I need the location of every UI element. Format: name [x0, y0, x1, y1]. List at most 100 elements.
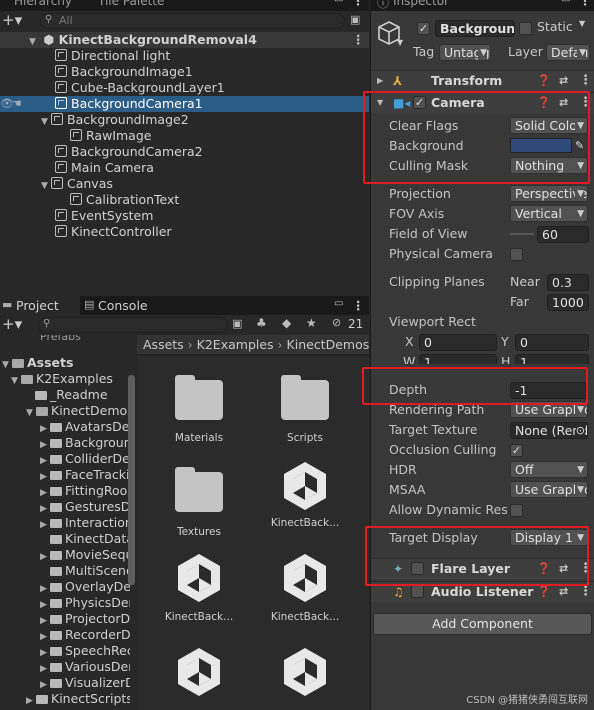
collapse-arrow-icon[interactable]: ▶ [40, 613, 50, 627]
hierarchy-item[interactable]: CalibrationText [0, 192, 369, 208]
tree-item[interactable]: ▶ VariousDemos [0, 659, 130, 675]
expand-arrow-icon[interactable]: ▼ [26, 405, 36, 419]
tree-item[interactable]: ▶ KinectScripts [0, 691, 130, 707]
tab-console[interactable]: Console [98, 298, 148, 313]
collapse-arrow-icon[interactable]: ▶ [40, 421, 50, 435]
search-by-type-icon[interactable]: ▣ [232, 317, 242, 330]
hierarchy-search-input[interactable]: ⚲ All [40, 13, 345, 29]
tree-item[interactable]: ▶ AvatarsDemo [0, 419, 130, 435]
create-plus-icon[interactable]: +▾ [2, 11, 22, 29]
hierarchy-item[interactable]: BackgroundImage1 [0, 64, 369, 80]
dynamic-res-checkbox[interactable] [510, 504, 523, 517]
occlusion-checkbox[interactable]: ✓ [510, 444, 523, 457]
tree-item-assets[interactable]: ▼ Assets [0, 355, 130, 371]
collapse-arrow-icon[interactable]: ▶ [26, 693, 36, 707]
hierarchy-item[interactable]: BackgroundCamera2 [0, 144, 369, 160]
asset-folder[interactable]: Materials [159, 375, 239, 444]
component-menu-icon[interactable]: ⋮ [579, 71, 592, 91]
tab-tile-palette[interactable]: Tile Palette [98, 0, 164, 8]
asset-scene[interactable] [265, 646, 345, 701]
tree-item[interactable]: ▶ FaceTrackingDemo [0, 467, 130, 483]
projection-dropdown[interactable]: Perspective ▼ [510, 185, 588, 202]
fov-axis-dropdown[interactable]: Vertical ▼ [510, 205, 588, 222]
tree-item[interactable]: ▶ OverlayDemo [0, 579, 130, 595]
tree-scrollbar[interactable] [128, 375, 135, 585]
hierarchy-item[interactable]: ▼ BackgroundImage2 [0, 112, 369, 128]
tab-project[interactable]: Project [16, 298, 59, 313]
help-icon[interactable]: ❓ [537, 71, 551, 91]
icon-dropdown-arrow[interactable]: ▼ [397, 38, 403, 47]
breadcrumb-item[interactable]: Assets [143, 337, 184, 352]
collapse-arrow-icon[interactable]: ▶ [40, 437, 50, 451]
hierarchy-item[interactable]: EventSystem [0, 208, 369, 224]
near-input[interactable]: 0.3 [547, 274, 589, 291]
tree-item[interactable]: ▶ ProjectorDemo [0, 611, 130, 627]
collapse-arrow-icon[interactable]: ▶ [40, 677, 50, 691]
tree-item[interactable]: ▼ K2Examples [0, 371, 130, 387]
tree-item[interactable]: _Readme [0, 387, 130, 403]
tag-dropdown[interactable]: Untagged▼ [439, 44, 491, 61]
static-checkbox[interactable] [519, 22, 532, 35]
asset-folder[interactable]: Textures [159, 467, 239, 538]
target-texture-field[interactable]: None (Render Texture)⊙ [510, 422, 588, 439]
layer-dropdown[interactable]: Default▼ [546, 44, 590, 61]
more-menu-icon[interactable]: ⋮ [579, 0, 591, 8]
physical-camera-checkbox[interactable] [510, 248, 523, 261]
fov-input[interactable]: 60 [537, 226, 589, 243]
scene-row[interactable]: ▼ ⬢ KinectBackgroundRemoval4 ⋮ [0, 32, 369, 48]
tree-item[interactable]: MultiSceneDemo [0, 563, 130, 579]
viewport-x-input[interactable]: 0 [419, 334, 497, 351]
far-input[interactable]: 1000 [547, 294, 589, 311]
msaa-dropdown[interactable]: Use Graphics Settings▼ [510, 481, 588, 498]
collapse-arrow-icon[interactable]: ▶ [40, 501, 50, 515]
viewport-y-input[interactable]: 0 [515, 334, 589, 351]
create-plus-icon[interactable]: +▾ [2, 315, 22, 333]
collapse-arrow-icon[interactable]: ▶ [40, 485, 50, 499]
lock-icon[interactable]: ▭ [561, 0, 571, 5]
tree-item[interactable]: ▶ GesturesDemo [0, 499, 130, 515]
asset-scene[interactable]: KinectBack... [159, 552, 239, 623]
add-component-button[interactable]: Add Component [373, 613, 592, 635]
filter-by-type-icon[interactable]: ♣ [256, 316, 267, 330]
lock-icon[interactable]: ▭ [334, 0, 344, 5]
collapse-arrow-icon[interactable]: ▶ [40, 549, 50, 563]
tree-item[interactable]: ▶ BackgroundRemovalDemo [0, 435, 130, 451]
tab-inspector[interactable]: Inspector [393, 0, 449, 8]
tree-item[interactable]: ▼ KinectDemos [0, 403, 130, 419]
tree-item[interactable]: ▶ InteractionDemo [0, 515, 130, 531]
breadcrumb-item[interactable]: KinectDemos [287, 337, 369, 352]
transform-component-header[interactable]: ▶ ⅄ Transform ❓ ⇄ ⋮ [371, 70, 594, 91]
fov-slider-track[interactable] [510, 233, 534, 235]
viewport-h-input[interactable]: 1 [515, 354, 589, 364]
viewport-w-input[interactable]: 1 [419, 354, 497, 364]
active-checkbox[interactable]: ✓ [417, 22, 430, 35]
scene-menu-icon[interactable]: ⋮ [352, 32, 364, 48]
favorite-star-icon[interactable]: ★ [306, 316, 317, 330]
tree-item[interactable]: ▶ FittingRoomDemo [0, 483, 130, 499]
asset-scene[interactable]: KinectBack... [265, 460, 345, 529]
object-name-field[interactable]: Background [435, 20, 515, 37]
collapse-arrow-icon[interactable]: ▶ [40, 453, 50, 467]
hierarchy-item-selected[interactable]: 👁 ☚ BackgroundCamera1 [0, 96, 369, 112]
collapse-arrow-icon[interactable]: ▶ [40, 517, 50, 531]
asset-scene[interactable]: KinectBack... [265, 552, 345, 623]
tree-item[interactable]: ▶ VisualizerDemo [0, 675, 130, 691]
asset-folder[interactable]: Scripts [265, 375, 345, 444]
pick-hand-icon[interactable]: ☚ [12, 96, 22, 112]
preset-icon[interactable]: ⇄ [559, 71, 568, 91]
hierarchy-item[interactable]: Cube-BackgroundLayer1 [0, 80, 369, 96]
breadcrumb-item[interactable]: K2Examples [197, 337, 274, 352]
more-menu-icon[interactable]: ⋮ [352, 298, 364, 313]
hdr-dropdown[interactable]: Off ▼ [510, 461, 588, 478]
tree-item[interactable]: ▶ MovieSequenceDemo [0, 547, 130, 563]
asset-scene[interactable] [159, 646, 239, 701]
collapse-arrow-icon[interactable]: ▶ [40, 597, 50, 611]
collapse-arrow-icon[interactable]: ▶ [40, 661, 50, 675]
tree-item[interactable]: ▶ PhysicsDemo [0, 595, 130, 611]
collapse-arrow-icon[interactable]: ▶ [40, 469, 50, 483]
tab-hierarchy[interactable]: Hierarchy [14, 0, 72, 8]
scene-filter-icon[interactable]: ▣ [350, 13, 360, 26]
collapse-arrow-icon[interactable]: ▶ [40, 629, 50, 643]
audio-listener-checkbox[interactable] [411, 585, 424, 598]
expand-arrow-icon[interactable]: ▼ [11, 373, 21, 387]
